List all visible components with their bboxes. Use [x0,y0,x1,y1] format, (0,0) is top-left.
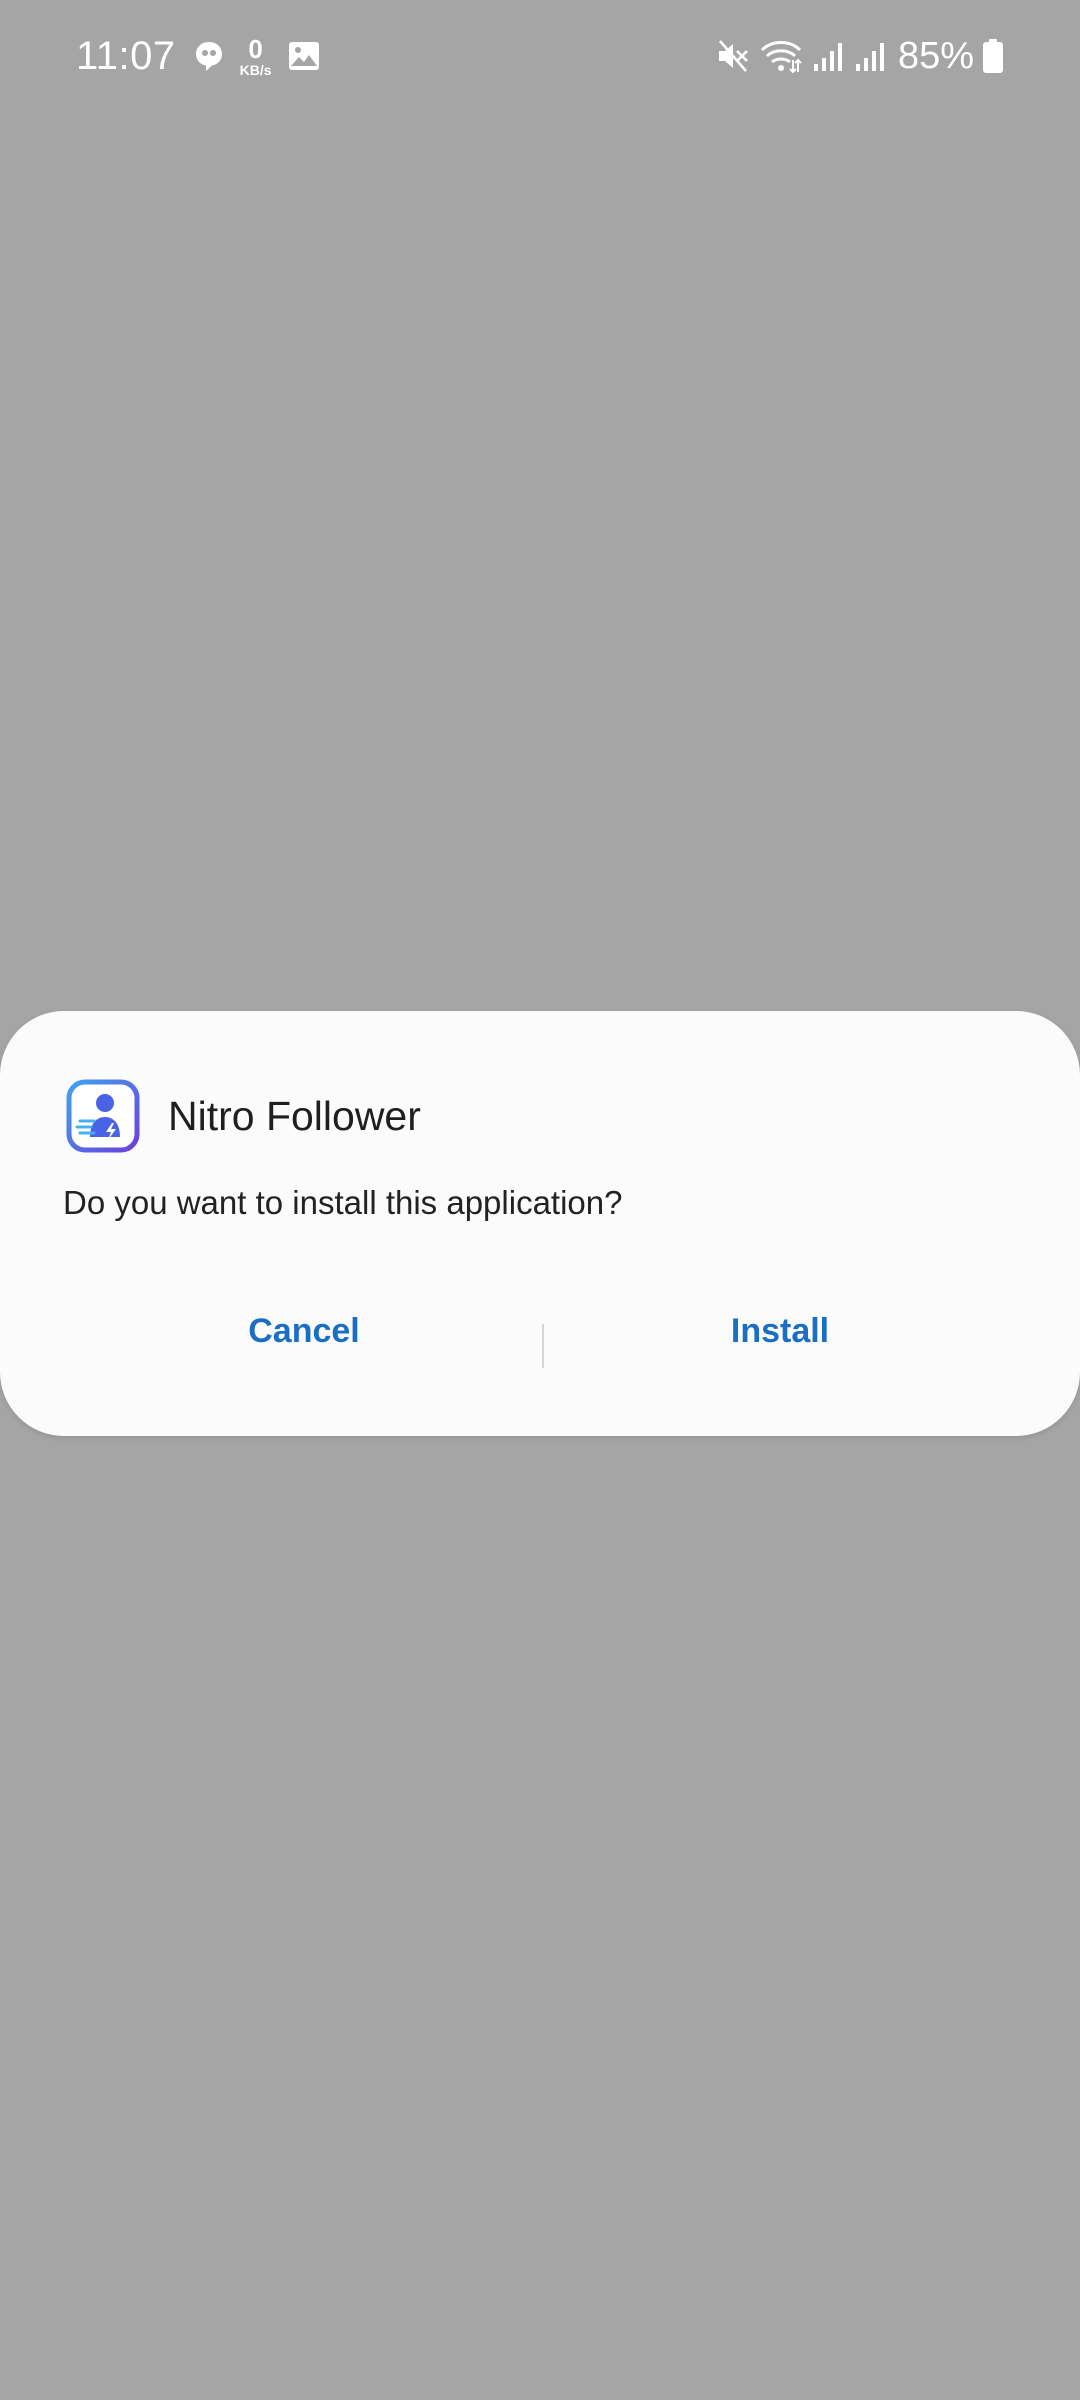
dialog-actions: Cancel Install [0,1301,1080,1368]
app-icon [66,1079,140,1153]
image-icon [288,41,320,71]
install-dialog: Nitro Follower Do you want to install th… [0,1011,1080,1436]
network-speed: 0 KB/s [240,36,272,77]
cancel-button[interactable]: Cancel [84,1301,524,1361]
wifi-icon [760,38,802,74]
status-bar-right: 85% [716,26,1004,86]
status-bar-left: 11:07 0 KB/s [76,26,336,86]
install-button[interactable]: Install [560,1301,1000,1361]
chat-bubble-icon [194,40,224,72]
dialog-header: Nitro Follower [66,1079,421,1153]
battery-percent: 85% [897,34,974,77]
network-speed-unit: KB/s [239,61,272,78]
status-bar: 11:07 0 KB/s 85% [0,0,1080,110]
dialog-message: Do you want to install this application? [63,1184,623,1221]
signal-icon [854,40,886,72]
network-speed-value: 0 [248,33,263,64]
clock: 11:07 [76,33,176,78]
battery-icon [982,38,1004,74]
signal-icon [812,40,844,72]
mute-icon [716,39,750,73]
button-divider [542,1324,544,1368]
app-name: Nitro Follower [168,1092,421,1139]
screen: 11:07 0 KB/s 85% Nitro Follower Do you w… [0,0,1080,2400]
